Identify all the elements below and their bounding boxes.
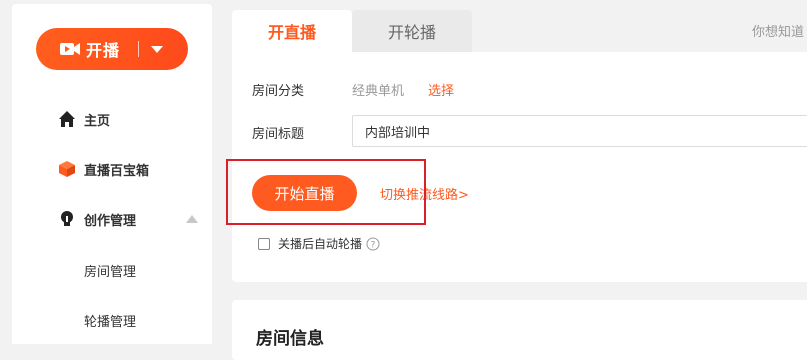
- live-panel: 开直播 开轮播 你想知道 房间分类 经典单机 选择 房间标题 开始直播 切换推流…: [232, 4, 807, 282]
- go-live-label: 开播: [86, 41, 121, 60]
- tab-live[interactable]: 开直播: [232, 10, 352, 52]
- home-icon: [59, 111, 75, 127]
- sidebar-item-label: 主页: [84, 113, 111, 129]
- auto-carousel-option: 关播后自动轮播 ?: [258, 235, 380, 252]
- sidebar: 开播 主页 直播百宝箱 创作管理 房间管理 轮播管理: [12, 4, 212, 344]
- category-value: 经典单机: [352, 84, 405, 99]
- sidebar-item-label: 直播百宝箱: [84, 163, 150, 179]
- sidebar-item-toolbox[interactable]: 直播百宝箱: [12, 154, 212, 184]
- sidebar-subitem-room[interactable]: 房间管理: [84, 261, 136, 280]
- svg-text:?: ?: [371, 240, 376, 250]
- room-info-card: 房间信息: [232, 300, 807, 360]
- highlight-box: [226, 159, 426, 225]
- sidebar-item-home[interactable]: 主页: [12, 104, 212, 134]
- triangle-up-icon[interactable]: [186, 215, 198, 223]
- category-label: 房间分类: [252, 84, 305, 99]
- room-info-title: 房间信息: [256, 329, 324, 349]
- sidebar-subitem-carousel[interactable]: 轮播管理: [84, 311, 136, 330]
- divider: [138, 41, 140, 57]
- sidebar-item-creation[interactable]: 创作管理: [12, 204, 212, 234]
- caret-down-icon[interactable]: [151, 44, 164, 54]
- video-camera-icon: [60, 43, 80, 55]
- go-live-button[interactable]: 开播: [36, 28, 188, 70]
- tab-bar: 开直播 开轮播 你想知道: [232, 4, 807, 52]
- auto-carousel-label: 关播后自动轮播: [278, 237, 363, 251]
- lightbulb-icon: [61, 211, 73, 226]
- sidebar-item-label: 创作管理: [84, 213, 137, 229]
- box-icon: [59, 161, 75, 177]
- auto-carousel-checkbox[interactable]: [258, 237, 270, 250]
- title-label: 房间标题: [252, 127, 305, 142]
- tab-carousel[interactable]: 开轮播: [352, 10, 472, 52]
- room-title-input[interactable]: [352, 115, 807, 147]
- question-circle-icon[interactable]: ?: [366, 237, 380, 251]
- hint-text[interactable]: 你想知道: [752, 21, 804, 40]
- select-category-link[interactable]: 选择: [428, 80, 454, 99]
